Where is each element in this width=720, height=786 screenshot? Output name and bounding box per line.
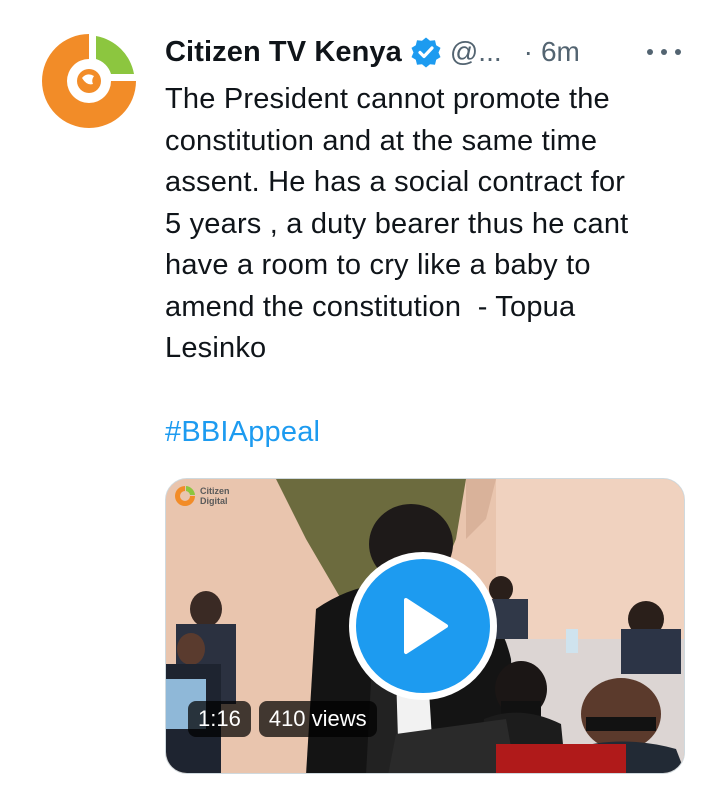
- views-badge: 410 views: [258, 701, 377, 737]
- play-button[interactable]: [349, 552, 497, 700]
- watermark-line: Citizen: [200, 486, 230, 496]
- verified-badge-icon: [411, 37, 441, 68]
- video-player[interactable]: Citizen Digital 1:16 410 views: [165, 478, 685, 774]
- citizen-digital-logo-icon: [175, 486, 195, 506]
- tweet-text-line: Lesinko: [165, 332, 267, 364]
- avatar[interactable]: [36, 28, 142, 134]
- video-badges: 1:16 410 views: [188, 701, 385, 737]
- play-button-inner: [356, 559, 490, 693]
- hashtag-link[interactable]: #BBIAppeal: [165, 412, 320, 454]
- tweet-text-line: assent. He has a social contract for: [165, 166, 626, 198]
- tweet-text-line: constitution and at the same time: [165, 124, 598, 157]
- tweet-text-line: have a room to cry like a baby to: [165, 249, 591, 281]
- watermark-text: Citizen Digital: [200, 486, 230, 506]
- tweet-text-line: amend the constitution - Topua: [165, 290, 576, 323]
- author-handle[interactable]: @...: [450, 36, 502, 68]
- tweet-text: The President cannot promote the constit…: [165, 79, 700, 370]
- more-dot-icon: [647, 49, 653, 55]
- header-separator: ·: [523, 36, 533, 67]
- tweet-card[interactable]: Citizen TV Kenya @... · 6m The President…: [0, 0, 720, 786]
- tweet-header: Citizen TV Kenya @... · 6m: [165, 30, 580, 74]
- author-name[interactable]: Citizen TV Kenya: [165, 36, 402, 69]
- watermark-line: Digital: [200, 496, 228, 506]
- play-icon: [404, 598, 448, 654]
- video-watermark: Citizen Digital: [174, 485, 230, 507]
- more-dot-icon: [675, 49, 681, 55]
- more-options-button[interactable]: [644, 36, 684, 68]
- tweet-text-line: The President cannot promote the: [165, 83, 610, 115]
- more-dot-icon: [661, 49, 667, 55]
- duration-badge: 1:16: [188, 701, 251, 737]
- tweet-timestamp[interactable]: 6m: [541, 36, 580, 68]
- tweet-text-line: 5 years , a duty bearer thus he cant: [165, 207, 629, 240]
